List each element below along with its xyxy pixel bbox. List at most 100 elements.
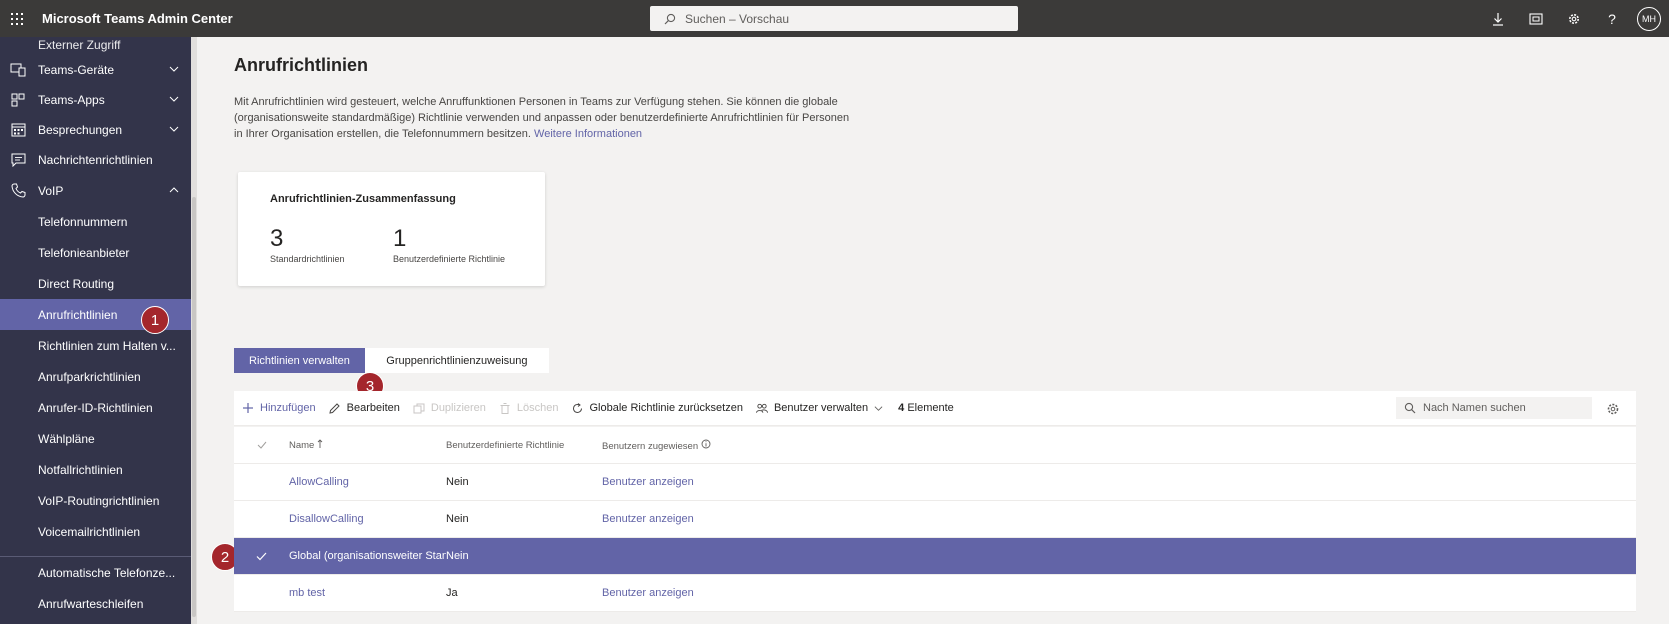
calendar-icon [10,122,26,138]
sidebar-item-emergency-policies[interactable]: Notfallrichtlinien [0,454,191,485]
sidebar-item-teams-devices[interactable]: Teams-Geräte [0,54,191,85]
sidebar-item-label: Wählpläne [38,431,95,446]
sidebar-item-dial-plans[interactable]: Wählpläne [0,423,191,454]
checkmark-icon [256,552,267,560]
sidebar-item-voip-routing-policies[interactable]: VoIP-Routingrichtlinien [0,485,191,516]
sidebar-item-label: VoIP [38,183,64,198]
sidebar-item-label: Voicemailrichtlinien [38,524,141,539]
sidebar-item-label: Automatische Telefonze... [38,565,176,580]
table-row[interactable]: mb test Ja Benutzer anzeigen [234,575,1636,612]
user-avatar[interactable]: MH [1637,6,1661,31]
download-icon[interactable] [1479,0,1517,37]
copy-icon [413,402,425,414]
manage-users-button[interactable]: Benutzer verwalten [755,402,883,414]
policy-name-link[interactable]: DisallowCalling [289,513,446,525]
table-row[interactable]: AllowCalling Nein Benutzer anzeigen [234,464,1636,501]
custom-policy-value: Nein [446,476,469,488]
search-icon [1404,402,1416,414]
checkmark-icon [257,441,266,449]
sidebar-item-meetings[interactable]: Besprechungen [0,114,191,145]
sidebar-item-telephony-providers[interactable]: Telefonieanbieter [0,237,191,268]
duplicate-button-label: Duplizieren [430,402,486,414]
sidebar-item-label: Richtlinien zum Halten v... [38,338,176,353]
sidebar-item-auto-attendants[interactable]: Automatische Telefonze... [0,557,191,588]
sort-ascending-icon [317,439,323,448]
add-button[interactable]: Hinzufügen [242,402,316,414]
chevron-down-icon [169,96,179,102]
column-header-assigned-users[interactable]: Benutzern zugewiesen [602,439,802,452]
summary-card-title: Anrufrichtlinien-Zusammenfassung [270,193,456,205]
chat-icon [10,152,26,168]
column-header-label: Benutzern zugewiesen [602,440,699,452]
policy-name-link[interactable]: Global (organisationsweiter Standard) [289,550,446,562]
top-bar: Microsoft Teams Admin Center Suchen – Vo… [0,0,1669,37]
sidebar-item-call-hold-policies[interactable]: Richtlinien zum Halten v... [0,330,191,361]
custom-policy-value: Nein [446,513,469,525]
row-checkbox-checked[interactable] [234,552,289,561]
page-description: Mit Anrufrichtlinien wird gesteuert, wel… [234,94,854,142]
trash-icon [499,402,511,414]
policy-tabs: Richtlinien verwalten Gruppenrichtlinien… [234,348,549,373]
help-icon[interactable]: ? [1593,0,1631,37]
stat-label: Standardrichtlinien [270,254,345,264]
sidebar-item-call-queues[interactable]: Anrufwarteschleifen [0,588,191,619]
item-count-label: Elemente [907,402,954,414]
sidebar-scrollbar-thumb[interactable] [192,197,196,617]
stat-custom-policies: 1 Benutzerdefinierte Richtlinie [393,225,505,264]
tab-group-policy-assignment[interactable]: Gruppenrichtlinienzuweisung [364,348,549,373]
global-search-input[interactable]: Suchen – Vorschau [650,6,1018,31]
delete-button[interactable]: Löschen [499,402,559,414]
reset-global-policy-button[interactable]: Globale Richtlinie zurücksetzen [572,402,743,414]
view-users-link[interactable]: Benutzer anzeigen [602,587,802,599]
policies-table: Name Benutzerdefinierte Richtlinie Benut… [234,427,1636,612]
policy-name-link[interactable]: AllowCalling [289,476,446,488]
sidebar-item-phone-numbers[interactable]: Telefonnummern [0,206,191,237]
sidebar-item-label: Anrufwarteschleifen [38,596,144,611]
chevron-down-icon [169,66,179,72]
name-search-input[interactable]: Nach Namen suchen [1396,397,1592,419]
apps-icon [10,92,26,108]
sidebar-item-label: Direct Routing [38,276,115,291]
main-content: Anrufrichtlinien Mit Anrufrichtlinien wi… [197,37,1669,624]
step-badge-1: 1 [141,306,169,334]
app-launcher-icon[interactable] [0,0,34,37]
view-users-link[interactable]: Benutzer anzeigen [602,476,802,488]
reset-global-policy-label: Globale Richtlinie zurücksetzen [589,402,743,414]
item-count: 4 Elemente [898,402,954,414]
table-row[interactable]: DisallowCalling Nein Benutzer anzeigen [234,501,1636,538]
policy-toolbar: Hinzufügen Bearbeiten Duplizieren Lösche… [234,391,1636,426]
sidebar-item-direct-routing[interactable]: Direct Routing [0,268,191,299]
reset-icon [572,402,584,414]
sidebar-item-label: VoIP-Routingrichtlinien [38,493,160,508]
edit-button[interactable]: Bearbeiten [329,402,400,414]
tab-manage-policies[interactable]: Richtlinien verwalten [234,348,365,373]
sidebar-item-label: Anrufparkrichtlinien [38,369,141,384]
settings-gear-icon[interactable] [1555,0,1593,37]
info-icon[interactable] [701,439,711,449]
app-title: Microsoft Teams Admin Center [42,11,233,26]
sidebar-item-teams-apps[interactable]: Teams-Apps [0,84,191,115]
plus-icon [242,402,254,414]
select-all-checkbox[interactable] [234,441,289,449]
dashboard-icon[interactable] [1517,0,1555,37]
delete-button-label: Löschen [516,402,559,414]
sidebar-item-label: Nachrichtenrichtlinien [38,152,153,167]
table-row-selected[interactable]: Global (organisationsweiter Standard) Ne… [234,538,1636,575]
column-header-name[interactable]: Name [289,439,446,451]
sidebar-item-voip[interactable]: VoIP [0,175,191,206]
more-info-link[interactable]: Weitere Informationen [534,128,642,140]
policy-name-link[interactable]: mb test [289,587,446,599]
duplicate-button[interactable]: Duplizieren [413,402,486,414]
devices-icon [10,62,26,78]
phone-icon [10,183,26,199]
column-header-custom-policy[interactable]: Benutzerdefinierte Richtlinie [446,440,602,451]
sidebar-item-caller-id-policies[interactable]: Anrufer-ID-Richtlinien [0,392,191,423]
sidebar-nav: Externer Zugriff Teams-Geräte Teams-Apps… [0,37,197,624]
column-settings-icon[interactable] [1606,402,1620,416]
sidebar-item-messaging-policies[interactable]: Nachrichtenrichtlinien [0,144,191,175]
sidebar-item-voicemail-policies[interactable]: Voicemailrichtlinien [0,516,191,547]
sidebar-item-label: Telefonnummern [38,214,128,229]
sidebar-item-call-park-policies[interactable]: Anrufparkrichtlinien [0,361,191,392]
view-users-link[interactable]: Benutzer anzeigen [602,513,802,525]
sidebar-item-label: Besprechungen [38,122,123,137]
